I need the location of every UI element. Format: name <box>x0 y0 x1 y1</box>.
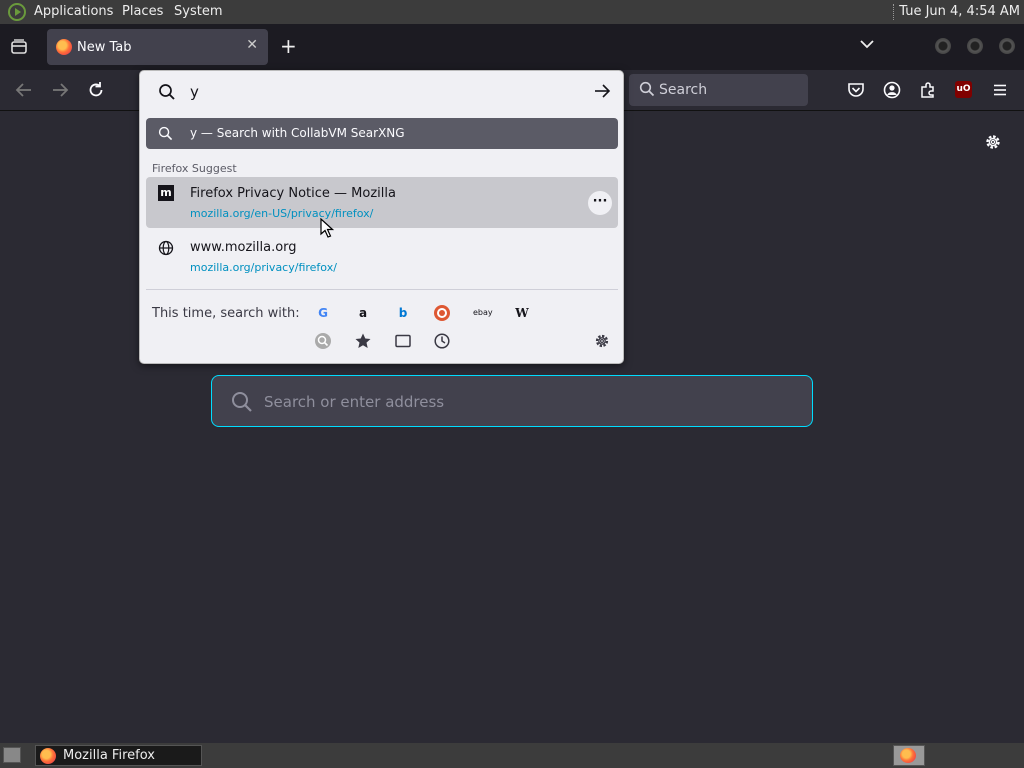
suggestion-url: mozilla.org/privacy/firefox/ <box>190 261 337 274</box>
pocket-icon[interactable] <box>846 80 866 100</box>
menu-system[interactable]: System <box>174 4 222 19</box>
bottom-panel: Mozilla Firefox <box>0 743 1024 768</box>
workspace-switcher[interactable] <box>893 745 925 766</box>
taskbar-window-firefox[interactable]: Mozilla Firefox <box>35 745 202 766</box>
address-bar-input[interactable] <box>190 81 580 103</box>
tab-strip: New Tab ✕ + <box>0 24 1024 70</box>
extensions-puzzle-icon[interactable] <box>918 80 938 100</box>
search-with-label: y — Search with CollabVM SearXNG <box>190 126 405 140</box>
search-icon <box>639 81 655 97</box>
forward-arrow-icon[interactable] <box>50 80 70 100</box>
go-arrow-icon[interactable] <box>593 82 611 100</box>
firefox-icon <box>40 748 56 764</box>
searxng-engine-icon[interactable] <box>314 332 332 350</box>
taskbar-window-label: Mozilla Firefox <box>63 748 155 763</box>
top-panel: Applications Places System Tue Jun 4, 4:… <box>0 0 1024 24</box>
suggestion-url: mozilla.org/en-US/privacy/firefox/ <box>190 207 374 220</box>
newtab-search-input[interactable] <box>264 390 764 414</box>
ebay-engine-icon[interactable]: ebay <box>473 304 493 322</box>
firefox-favicon-icon <box>56 39 72 55</box>
ublock-origin-icon[interactable]: uO <box>955 81 972 98</box>
account-icon[interactable] <box>882 80 902 100</box>
menu-places[interactable]: Places <box>122 4 163 19</box>
minimize-window-button[interactable] <box>935 38 951 54</box>
amazon-engine-icon[interactable]: a <box>354 304 372 322</box>
clock[interactable]: Tue Jun 4, 4:54 AM <box>899 4 1020 19</box>
google-engine-icon[interactable]: G <box>314 304 332 322</box>
maximize-window-button[interactable] <box>967 38 983 54</box>
close-window-button[interactable] <box>999 38 1015 54</box>
new-tab-button[interactable]: + <box>280 35 297 57</box>
duckduckgo-engine-icon[interactable] <box>433 304 451 322</box>
firefox-view-icon[interactable] <box>10 38 28 56</box>
tab-close-icon[interactable]: ✕ <box>246 37 258 53</box>
show-desktop-button[interactable] <box>3 747 21 763</box>
search-bar[interactable]: Search <box>629 74 808 106</box>
tabs-icon[interactable] <box>394 332 412 350</box>
reload-icon[interactable] <box>86 80 106 100</box>
gear-icon[interactable] <box>983 132 1003 152</box>
search-icon <box>159 84 175 100</box>
suggestion-row-mozilla-org[interactable]: www.mozilla.org mozilla.org/privacy/fire… <box>146 231 618 282</box>
firefox-suggest-heading: Firefox Suggest <box>152 162 237 175</box>
panel-separator <box>893 4 896 20</box>
search-with-engine-row[interactable]: y — Search with CollabVM SearXNG <box>146 118 618 149</box>
mozilla-m-icon: m <box>158 185 174 201</box>
gear-icon[interactable] <box>593 332 611 350</box>
history-clock-icon[interactable] <box>433 332 451 350</box>
bookmarks-star-icon[interactable] <box>354 332 372 350</box>
one-off-search-label: This time, search with: <box>152 306 300 321</box>
search-icon <box>158 126 173 141</box>
result-menu-button[interactable]: ··· <box>588 191 612 215</box>
tab-new-tab[interactable]: New Tab ✕ <box>47 29 268 65</box>
urlbar-dropdown: y — Search with CollabVM SearXNG Firefox… <box>139 70 624 364</box>
applications-logo-icon[interactable] <box>8 3 26 21</box>
suggestion-title: Firefox Privacy Notice — Mozilla <box>190 186 396 201</box>
list-all-tabs-icon[interactable] <box>859 36 875 52</box>
divider <box>146 289 618 290</box>
firefox-icon <box>900 748 916 763</box>
search-bar-placeholder: Search <box>659 82 708 98</box>
globe-icon <box>158 240 174 256</box>
search-icon <box>232 392 252 412</box>
bing-engine-icon[interactable]: b <box>394 304 412 322</box>
suggestion-title: www.mozilla.org <box>190 240 297 255</box>
mouse-cursor-icon <box>320 218 334 238</box>
suggestion-row-privacy-notice[interactable]: m Firefox Privacy Notice — Mozilla mozil… <box>146 177 618 228</box>
newtab-search-box[interactable] <box>211 375 813 427</box>
back-arrow-icon[interactable] <box>14 80 34 100</box>
menu-applications[interactable]: Applications <box>34 4 113 19</box>
hamburger-menu-icon[interactable] <box>990 80 1010 100</box>
wikipedia-engine-icon[interactable]: W <box>513 304 531 322</box>
tab-title: New Tab <box>77 40 132 55</box>
